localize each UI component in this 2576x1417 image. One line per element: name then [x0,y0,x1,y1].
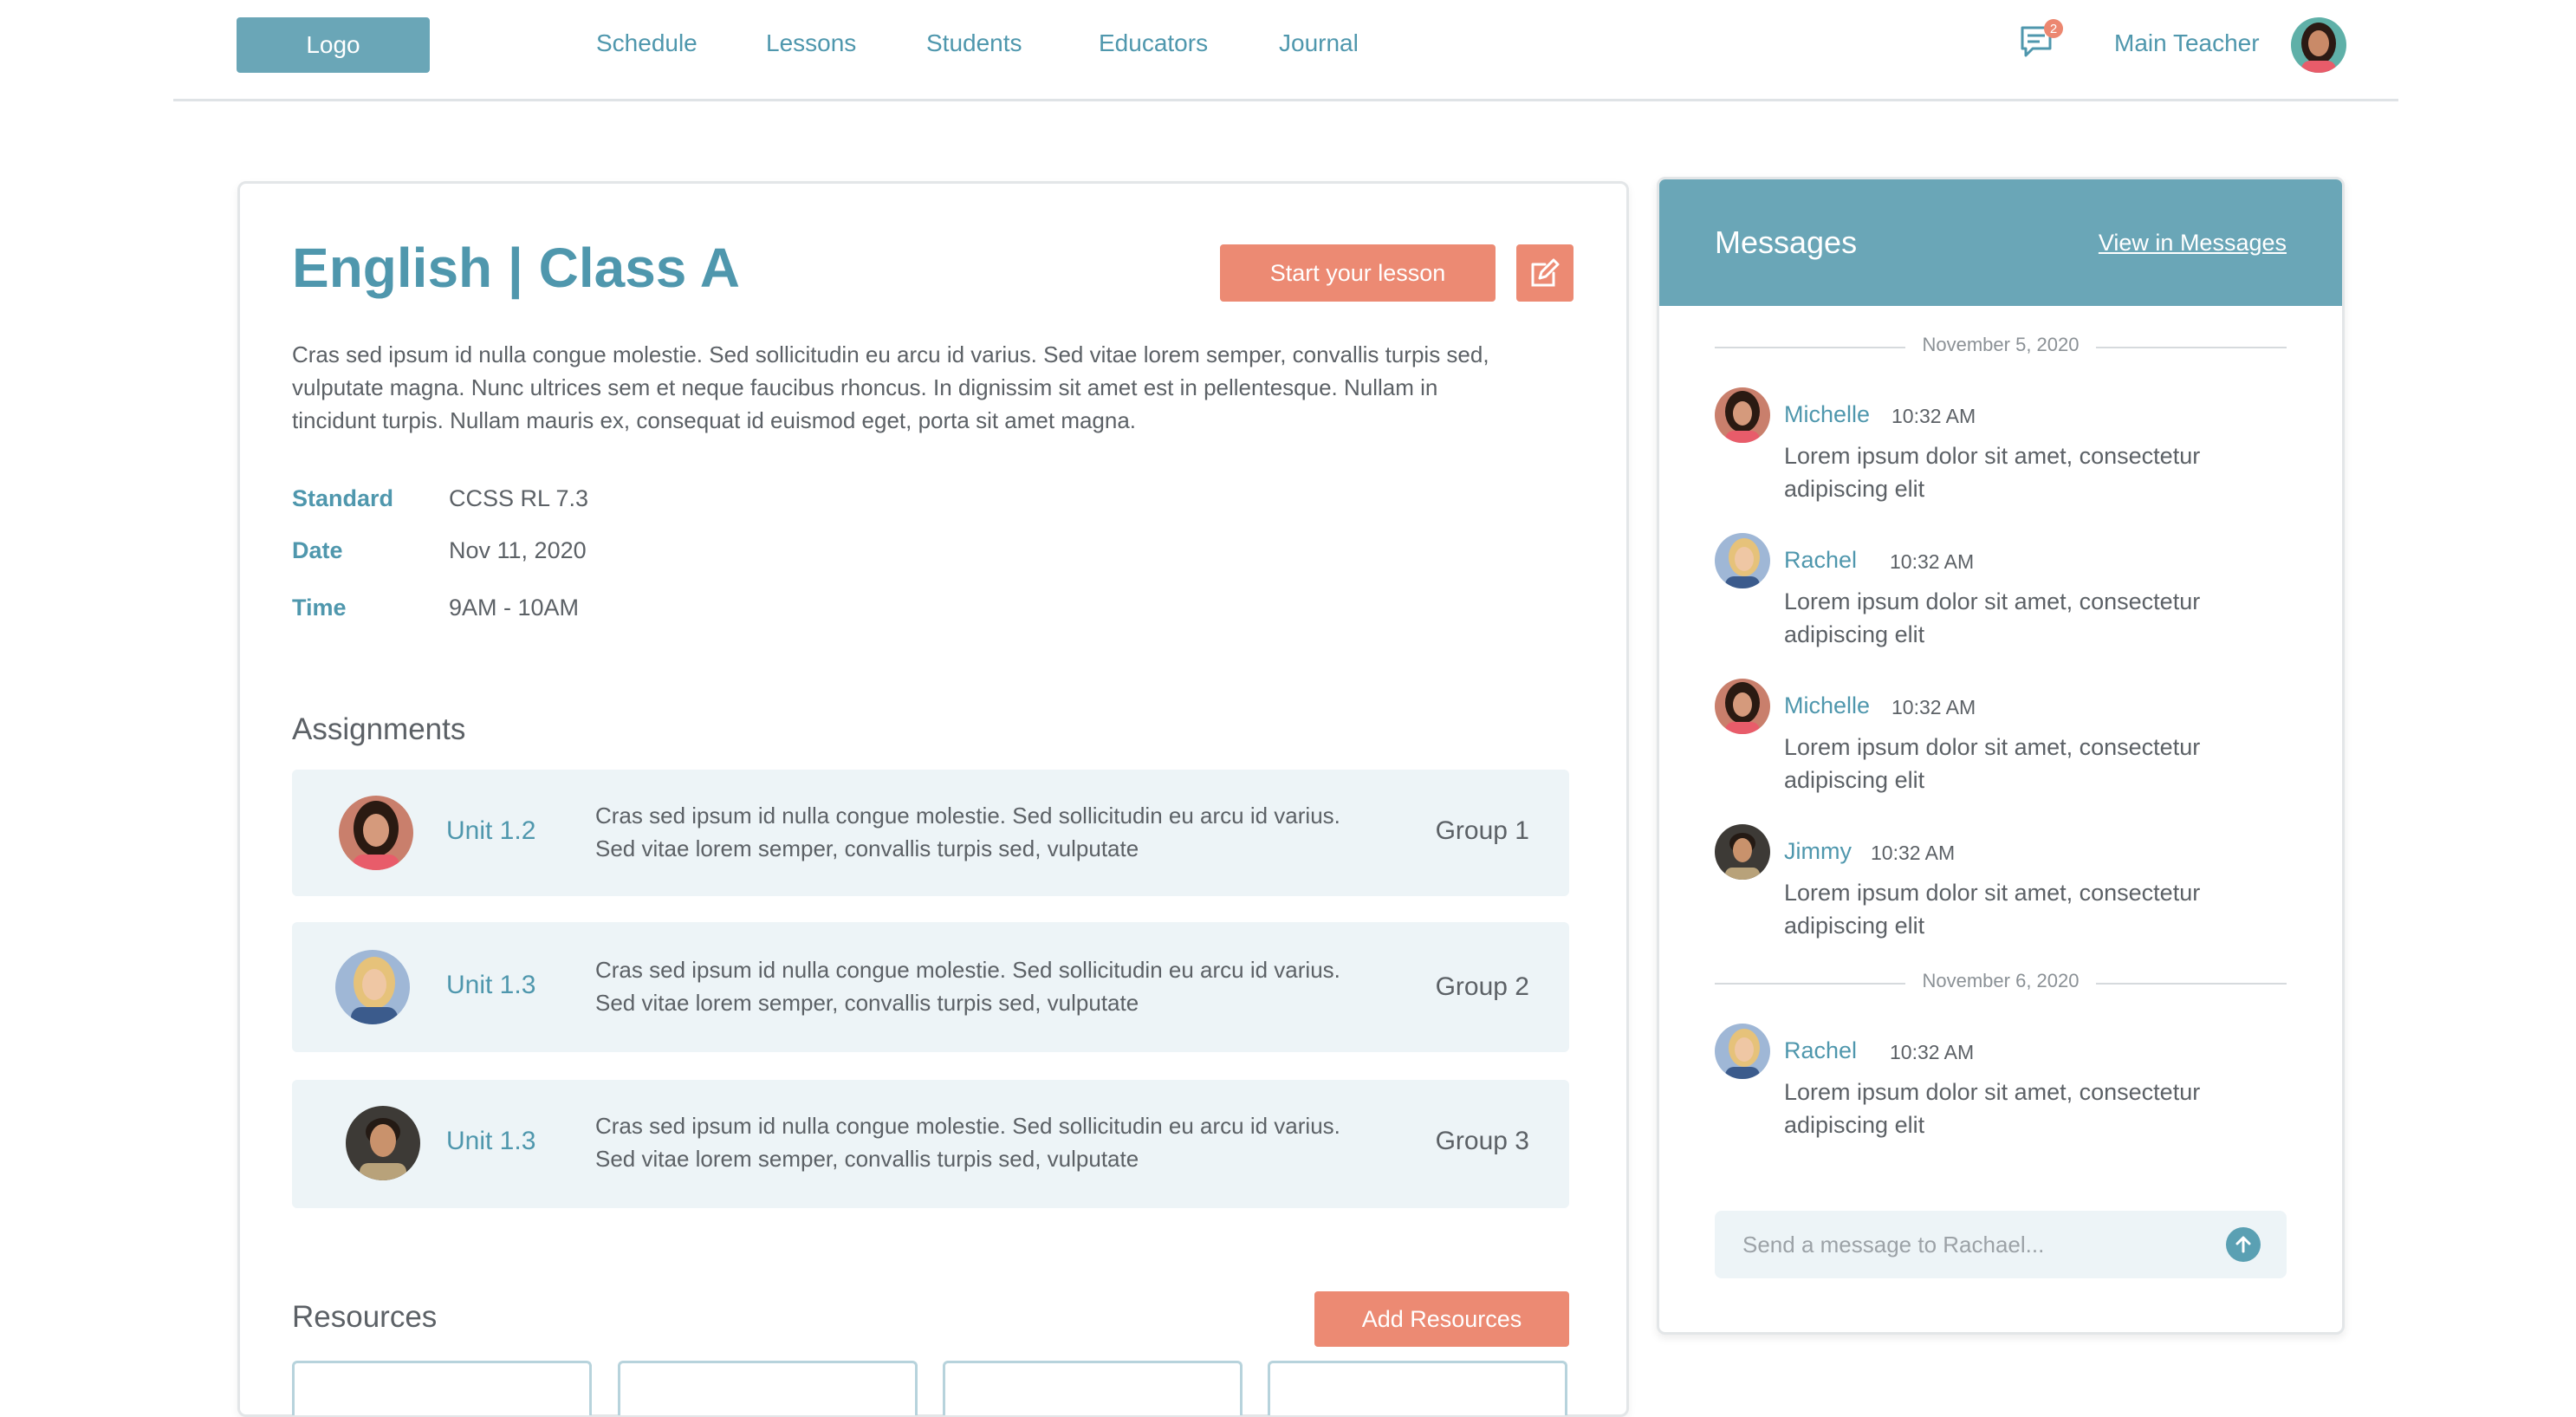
student-avatar [339,796,413,870]
message-text: Lorem ipsum dolor sit amet, consectetur … [1784,443,2201,502]
assignment-group: Group 1 [1435,816,1529,845]
messages-panel: Messages View in Messages November 5, 20… [1657,177,2345,1335]
nav-link-educators[interactable]: Educators [1099,29,1208,57]
assignment-group: Group 3 [1435,1127,1529,1155]
meta-label-date: Date [292,537,343,563]
assignment-unit[interactable]: Unit 1.3 [446,971,535,1000]
lesson-description: Cras sed ipsum id nulla congue molestie.… [292,341,1489,433]
add-resources-button[interactable]: Add Resources [1314,1291,1569,1347]
student-avatar [346,1106,420,1180]
assignment-text: Cras sed ipsum id nulla congue molestie.… [595,957,1340,1016]
messages-title: Messages [1715,224,1858,260]
assignment-row[interactable]: Unit 1.3 Cras sed ipsum id nulla congue … [292,922,1569,1052]
date-separator: November 5, 2020 [1715,334,2287,360]
message-text: Lorem ipsum dolor sit amet, consectetur … [1784,1079,2201,1138]
start-lesson-button[interactable]: Start your lesson [1220,244,1496,302]
assignment-unit[interactable]: Unit 1.2 [446,816,535,846]
sender-name[interactable]: Michelle [1784,692,1870,719]
meta-value-time: 9AM - 10AM [449,595,580,621]
assignment-unit[interactable]: Unit 1.3 [446,1127,535,1156]
date-separator: November 6, 2020 [1715,970,2287,996]
edit-lesson-button[interactable] [1516,244,1574,302]
sender-name[interactable]: Michelle [1784,401,1870,428]
resource-tile[interactable] [1268,1361,1567,1415]
sender-avatar [1715,824,1770,880]
assignments-heading: Assignments [292,712,466,746]
sender-avatar [1715,679,1770,734]
meta-label-standard: Standard [292,485,394,511]
message-composer [1715,1211,2287,1278]
sender-name[interactable]: Rachel [1784,547,1857,574]
nav-link-students[interactable]: Students [926,29,1022,57]
assignment-text: Cras sed ipsum id nulla congue molestie.… [595,803,1340,861]
message-text: Lorem ipsum dolor sit amet, consectetur … [1784,734,2201,793]
message-text: Lorem ipsum dolor sit amet, consectetur … [1784,588,2201,647]
assignment-row[interactable]: Unit 1.3 Cras sed ipsum id nulla congue … [292,1080,1569,1208]
user-name[interactable]: Main Teacher [2114,29,2260,57]
arrow-up-icon [2235,1236,2251,1253]
message-text: Lorem ipsum dolor sit amet, consectetur … [1784,880,2201,939]
sender-avatar [1715,533,1770,588]
notification-badge: 2 [2044,19,2063,38]
resources-heading: Resources [292,1300,438,1334]
message-time: 10:32 AM [1891,405,1976,427]
message-time: 10:32 AM [1890,550,1975,573]
sender-name[interactable]: Jimmy [1784,838,1852,865]
meta-value-date: Nov 11, 2020 [449,537,587,563]
sender-avatar [1715,387,1770,443]
assignment-text: Cras sed ipsum id nulla congue molestie.… [595,1113,1340,1172]
nav-link-lessons[interactable]: Lessons [766,29,856,57]
resource-tile[interactable] [292,1361,592,1415]
header-divider [173,99,2398,101]
message-time: 10:32 AM [1890,1041,1975,1063]
edit-icon [1531,258,1560,287]
date-label: November 5, 2020 [1922,334,2080,355]
nav-link-journal[interactable]: Journal [1279,29,1359,57]
message-time: 10:32 AM [1871,842,1956,864]
student-avatar [335,950,410,1024]
assignment-row[interactable]: Unit 1.2 Cras sed ipsum id nulla congue … [292,770,1569,896]
message-input[interactable] [1741,1226,2229,1263]
meta-value-standard: CCSS RL 7.3 [449,485,589,511]
date-label: November 6, 2020 [1922,970,2080,991]
user-avatar[interactable] [2291,17,2346,73]
resource-tile[interactable] [618,1361,918,1415]
lesson-title: English | Class A [292,237,740,299]
send-button[interactable] [2226,1227,2261,1262]
message-time: 10:32 AM [1891,696,1976,718]
meta-label-time: Time [292,595,347,621]
sender-name[interactable]: Rachel [1784,1037,1857,1064]
logo-button[interactable]: Logo [237,17,430,73]
messages-header: Messages View in Messages [1659,179,2342,306]
view-in-messages-link[interactable]: View in Messages [2099,230,2287,257]
assignment-group: Group 2 [1435,972,1529,1001]
resource-tile[interactable] [943,1361,1243,1415]
nav-link-schedule[interactable]: Schedule [596,29,698,57]
sender-avatar [1715,1024,1770,1079]
